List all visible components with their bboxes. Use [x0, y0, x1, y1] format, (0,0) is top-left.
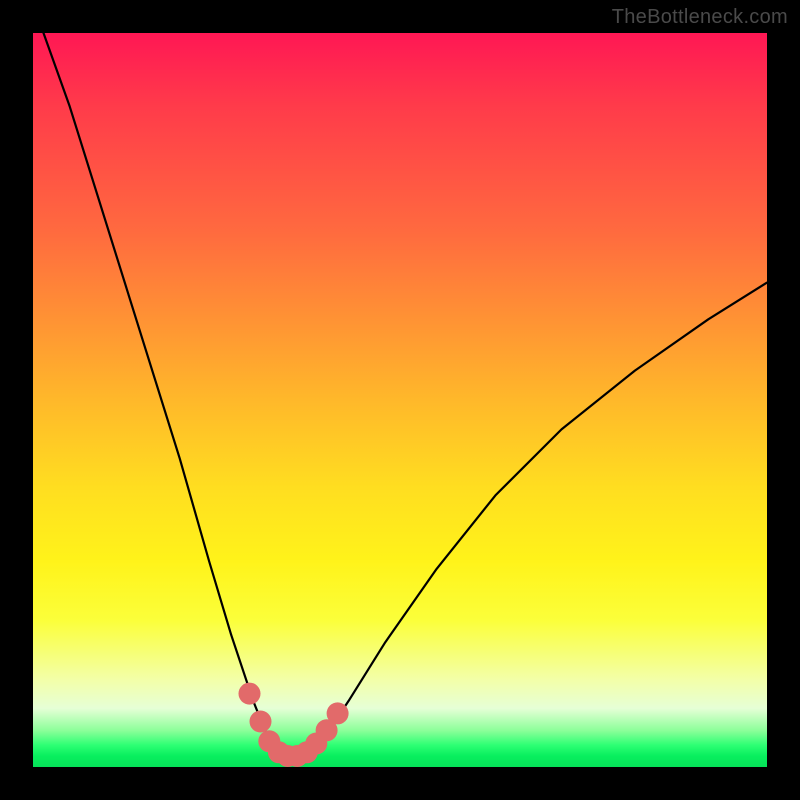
marker-dot [239, 683, 261, 705]
watermark-text: TheBottleneck.com [612, 6, 788, 29]
marker-dot [250, 711, 272, 733]
curve-layer [33, 33, 767, 767]
marker-dot [327, 702, 349, 724]
chart-stage: TheBottleneck.com [0, 0, 800, 800]
bottleneck-curve-path [33, 33, 767, 758]
highlight-markers [239, 683, 349, 767]
plot-area [33, 33, 767, 767]
